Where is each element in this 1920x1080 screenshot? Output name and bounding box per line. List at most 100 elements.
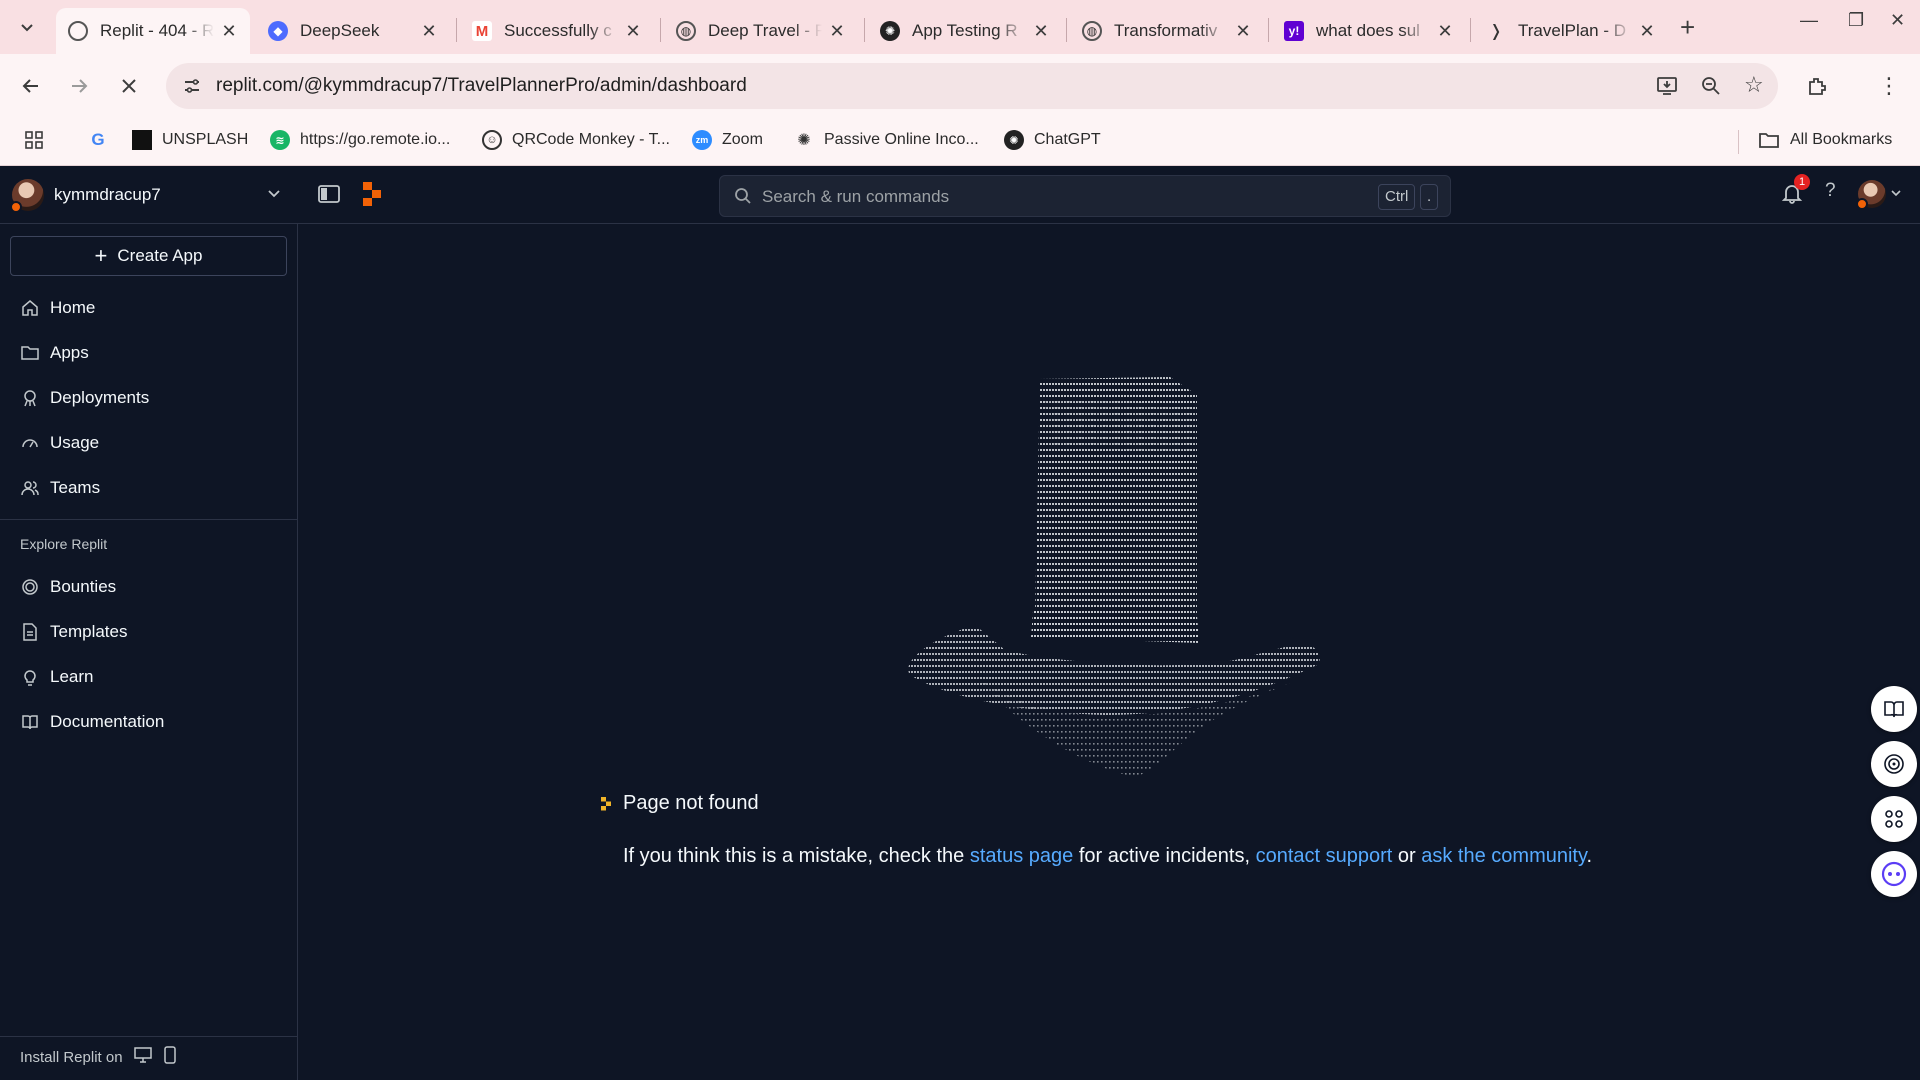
bookmark-passive-income[interactable]: ✺ Passive Online Inco... [794, 130, 978, 150]
shortcut-key-dot: . [1420, 184, 1439, 210]
openai-icon: ✺ [880, 21, 900, 41]
openai-icon: ✺ [797, 132, 811, 149]
replit-icon [68, 21, 88, 41]
users-icon [20, 478, 40, 498]
sidebar-item-templates[interactable]: Templates [20, 617, 127, 647]
sidebar-item-learn[interactable]: Learn [20, 662, 93, 692]
url-text[interactable]: replit.com/@kymmdracup7/TravelPlannerPro… [216, 75, 747, 97]
bookmark-qrcode-monkey[interactable]: ☺ QRCode Monkey - T... [482, 130, 670, 150]
deepseek-icon: ◆ [268, 21, 288, 41]
arrow-right-icon [72, 79, 88, 93]
chevron-down-icon[interactable] [1890, 186, 1902, 204]
forward-button[interactable] [64, 71, 94, 101]
sidebar-toggle-icon[interactable] [318, 184, 340, 209]
install-app-icon[interactable] [1656, 75, 1678, 102]
zoom-icon[interactable] [1700, 75, 1722, 102]
chevron-down-icon [21, 24, 33, 32]
contact-support-link[interactable]: contact support [1256, 845, 1393, 867]
chatgpt-icon: ✺ [1004, 130, 1024, 150]
remote-icon: ≋ [270, 130, 290, 150]
extensions-icon[interactable] [1802, 71, 1832, 101]
replit-topbar: kymmdracup7 Search & run commands Ctrl .… [0, 166, 1920, 224]
bookmark-google[interactable]: G [88, 130, 118, 150]
qrcode-monkey-icon: ☺ [482, 130, 502, 150]
stop-loading-button[interactable] [114, 71, 144, 101]
browser-menu-icon[interactable]: ⋮ [1874, 71, 1904, 101]
page-not-found-heading: Page not found [601, 792, 759, 815]
tab-transformative[interactable]: ◍ Transformativ ✕ [1070, 8, 1264, 54]
assistant-button[interactable] [1871, 851, 1917, 897]
close-tab-icon[interactable]: ✕ [220, 21, 238, 42]
close-tab-icon[interactable]: ✕ [1436, 21, 1454, 42]
help-icon[interactable]: ? [1825, 180, 1836, 202]
broadcast-icon [1884, 754, 1904, 774]
error-message: If you think this is a mistake, check th… [623, 845, 1593, 867]
tab-travelplan[interactable]: ❭ TravelPlan - D ✕ [1474, 8, 1668, 54]
tab-replit[interactable]: Replit - 404 - R ✕ [56, 8, 250, 54]
command-search-bar[interactable]: Search & run commands Ctrl . [719, 175, 1451, 217]
close-tab-icon[interactable]: ✕ [624, 21, 642, 42]
desktop-icon[interactable] [133, 1046, 153, 1068]
sidebar-item-teams[interactable]: Teams [20, 473, 100, 503]
ascii-art-hat-illustration [908, 377, 1320, 777]
apps-grid-icon[interactable] [24, 130, 44, 150]
unsplash-icon [132, 130, 152, 150]
tab-app-testing[interactable]: ✺ App Testing R ✕ [868, 8, 1062, 54]
sidebar-item-apps[interactable]: Apps [20, 338, 89, 368]
new-tab-button[interactable]: + [1680, 12, 1695, 43]
create-app-button[interactable]: + Create App [10, 236, 287, 276]
folder-icon [1759, 133, 1779, 148]
close-tab-icon[interactable]: ✕ [420, 21, 438, 42]
zoom-icon: zm [692, 130, 712, 150]
gauge-icon [20, 433, 40, 453]
mobile-icon[interactable] [163, 1046, 177, 1068]
replit-small-logo-icon [601, 796, 611, 810]
bookmark-star-icon[interactable]: ☆ [1744, 74, 1764, 96]
minimize-icon[interactable]: — [1800, 10, 1818, 31]
close-window-icon[interactable]: ✕ [1890, 10, 1905, 31]
back-button[interactable] [16, 71, 46, 101]
status-page-link[interactable]: status page [970, 845, 1073, 867]
book-icon [1884, 701, 1904, 718]
apps-launcher-button[interactable] [1871, 796, 1917, 842]
broadcast-button[interactable] [1871, 741, 1917, 787]
chevron-down-icon [266, 185, 282, 206]
arrow-left-icon [22, 79, 38, 93]
install-replit: Install Replit on [20, 1046, 177, 1068]
avatar [10, 179, 44, 213]
tab-search-button[interactable] [10, 9, 44, 45]
sidebar-item-documentation[interactable]: Documentation [20, 707, 164, 737]
search-icon [734, 187, 752, 210]
replit-logo-icon[interactable] [362, 182, 382, 211]
sidebar-item-deployments[interactable]: Deployments [20, 383, 149, 413]
ask-community-link[interactable]: ask the community [1421, 845, 1586, 867]
book-icon [20, 712, 40, 732]
close-icon [122, 79, 136, 93]
close-tab-icon[interactable]: ✕ [828, 21, 846, 42]
tab-gmail[interactable]: M Successfully c ✕ [460, 8, 654, 54]
tab-deepseek[interactable]: ◆ DeepSeek ✕ [256, 8, 450, 54]
tab-yahoo[interactable]: y! what does sul ✕ [1272, 8, 1466, 54]
bookmark-remote[interactable]: ≋ https://go.remote.io... [270, 130, 450, 150]
site-info-icon[interactable] [182, 76, 202, 101]
sidebar-item-bounties[interactable]: Bounties [20, 572, 116, 602]
google-icon: G [91, 130, 105, 149]
address-bar[interactable]: replit.com/@kymmdracup7/TravelPlannerPro… [166, 63, 1778, 109]
profile-avatar[interactable] [1856, 180, 1886, 210]
all-bookmarks-button[interactable]: All Bookmarks [1758, 130, 1892, 150]
sidebar: + Create App Home Apps Deployments Usage… [0, 224, 298, 1080]
sidebar-item-usage[interactable]: Usage [20, 428, 99, 458]
browser-tab-bar: Replit - 404 - R ✕ ◆ DeepSeek ✕ M Succes… [0, 0, 1920, 54]
bookmark-unsplash[interactable]: UNSPLASH [132, 130, 248, 150]
globe-icon: ◍ [1082, 21, 1102, 41]
close-tab-icon[interactable]: ✕ [1638, 21, 1656, 42]
bookmark-chatgpt[interactable]: ✺ ChatGPT [1004, 130, 1101, 150]
restore-icon[interactable]: ❐ [1848, 10, 1864, 31]
close-tab-icon[interactable]: ✕ [1234, 21, 1252, 42]
account-switcher[interactable]: kymmdracup7 [10, 179, 282, 213]
reader-mode-button[interactable] [1871, 686, 1917, 732]
tab-deep-travel[interactable]: ◍ Deep Travel - F ✕ [664, 8, 858, 54]
close-tab-icon[interactable]: ✕ [1032, 21, 1050, 42]
bookmark-zoom[interactable]: zm Zoom [692, 130, 763, 150]
sidebar-item-home[interactable]: Home [20, 293, 95, 323]
